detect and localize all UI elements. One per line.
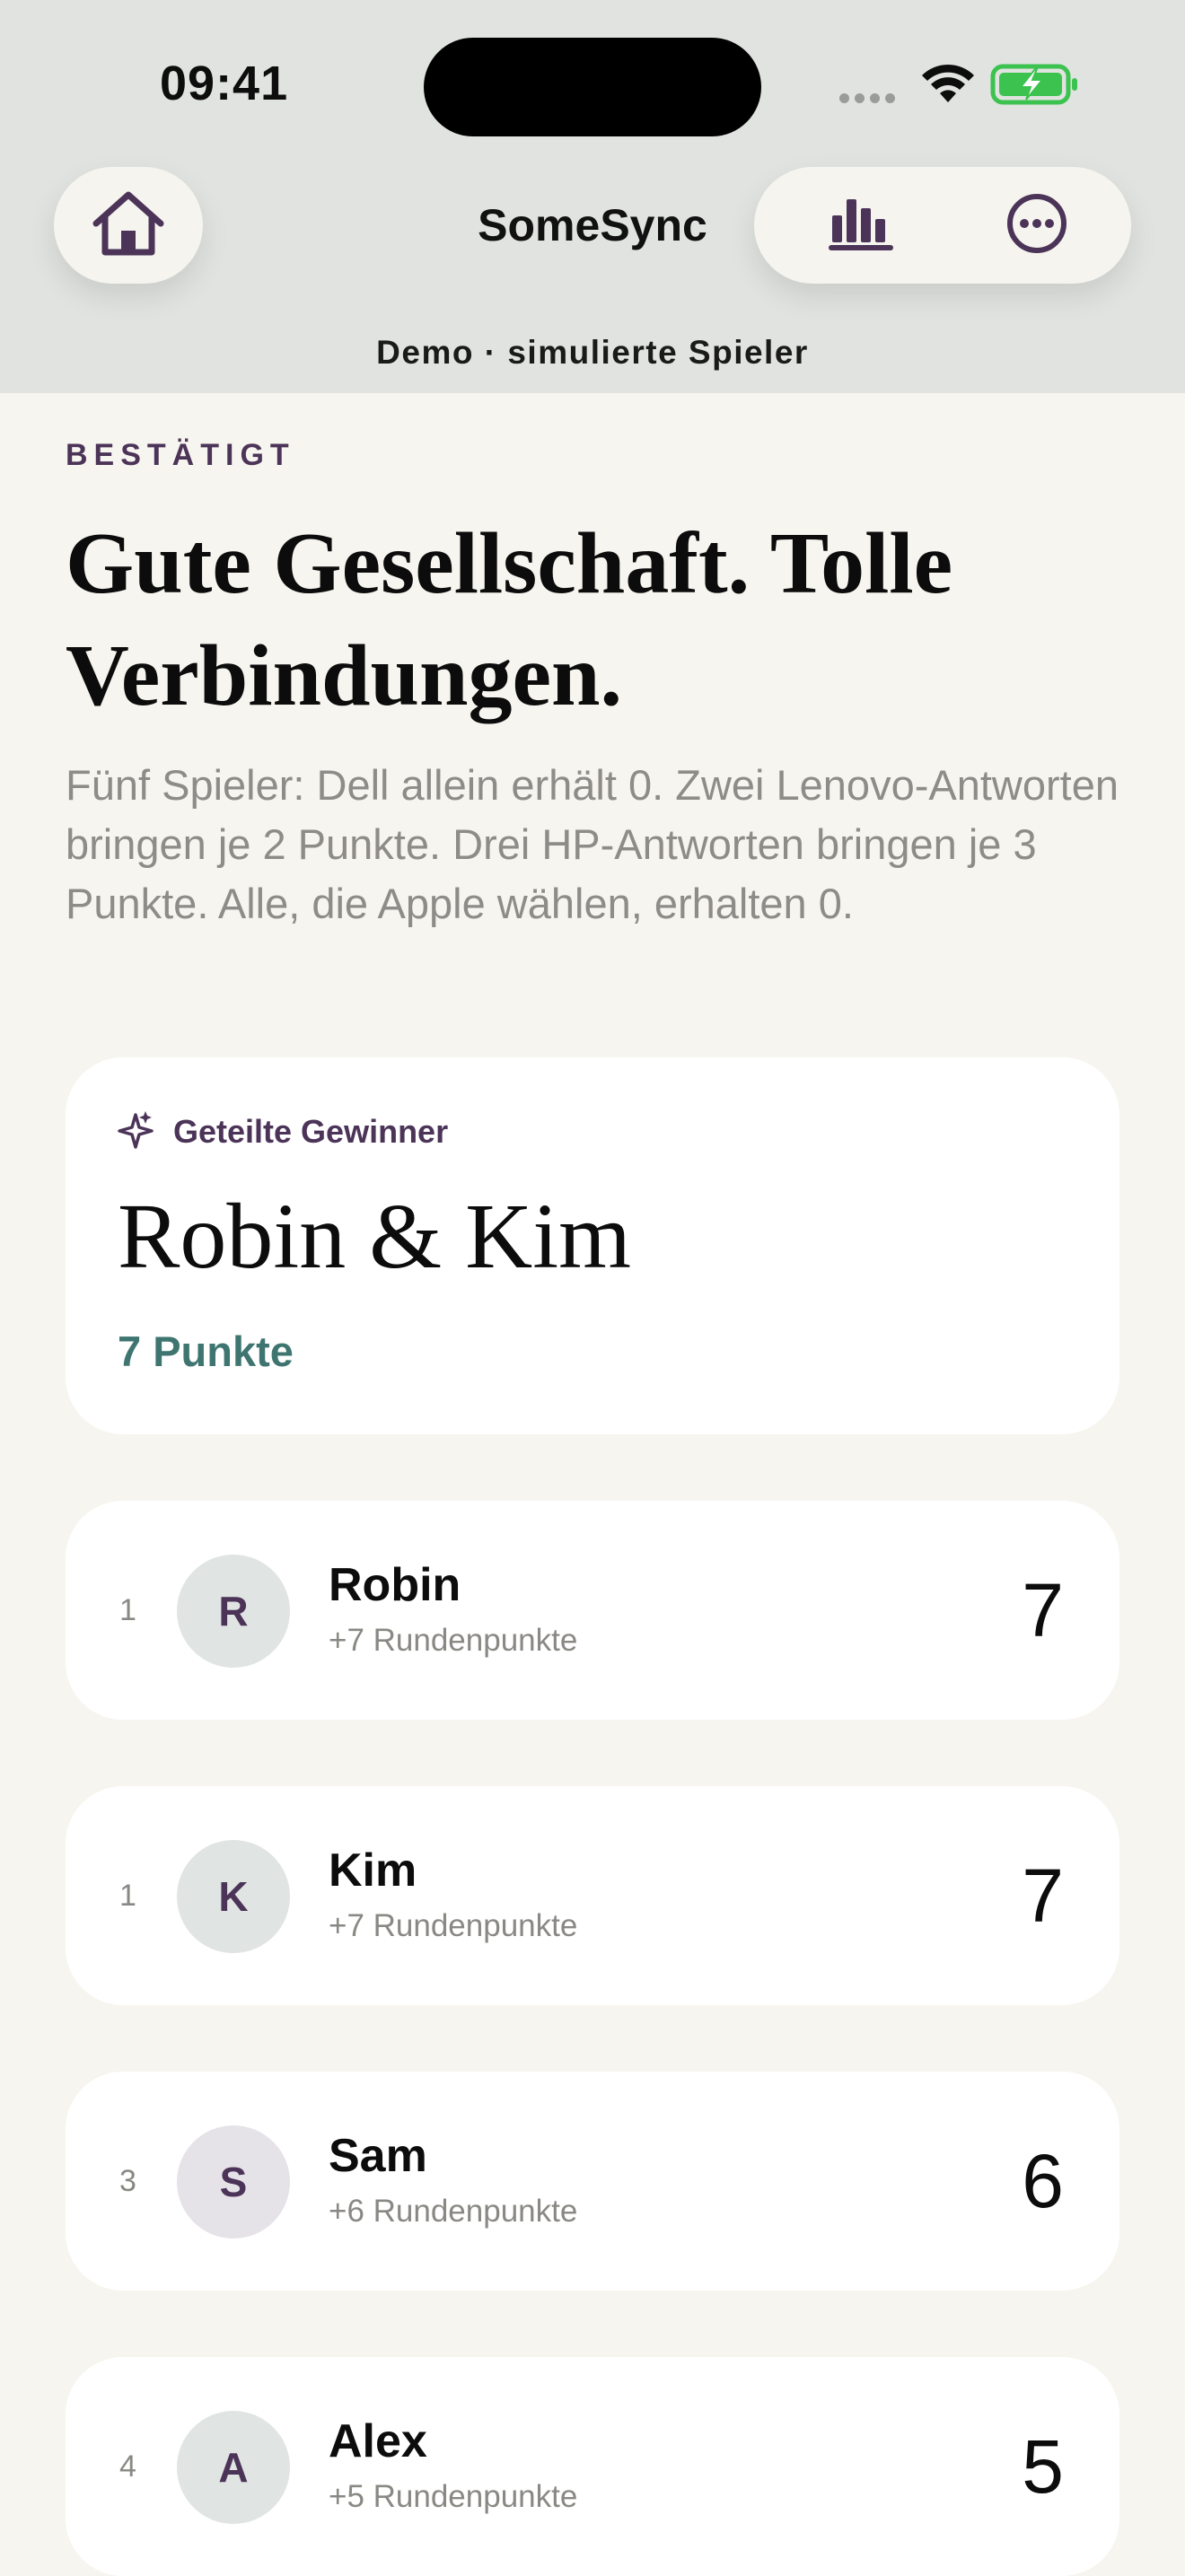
home-icon	[91, 189, 166, 262]
wifi-icon	[920, 63, 976, 109]
avatar: A	[177, 2411, 290, 2524]
header-actions	[754, 167, 1131, 284]
player-rank: 4	[119, 2449, 136, 2484]
bar-chart-icon	[829, 196, 895, 256]
status-eyebrow: BESTÄTIGT	[66, 438, 295, 472]
player-round-points: +6 Rundenpunkte	[329, 2194, 578, 2229]
player-row[interactable]: 1 K Kim +7 Rundenpunkte 7	[66, 1786, 1119, 2005]
player-round-points: +5 Rundenpunkte	[329, 2479, 578, 2514]
player-rank: 3	[119, 2164, 136, 2198]
winner-label: Geteilte Gewinner	[173, 1112, 449, 1150]
result-description: Fünf Spieler: Dell allein erhält 0. Zwei…	[66, 761, 1119, 927]
player-row[interactable]: 3 S Sam +6 Rundenpunkte 6	[66, 2072, 1119, 2291]
dynamic-island	[424, 38, 761, 136]
top-bar: 09:41 SomeSync Demo · simulierte Spieler	[0, 0, 1185, 393]
player-name: Alex	[329, 2415, 427, 2467]
home-button[interactable]	[54, 167, 203, 284]
player-row[interactable]: 4 A Alex +5 Rundenpunkte 5	[66, 2357, 1119, 2576]
player-name: Robin	[329, 1559, 461, 1611]
player-name: Kim	[329, 1844, 417, 1897]
stats-button[interactable]	[808, 194, 916, 257]
winner-points: 7 Punkte	[118, 1327, 294, 1375]
winner-card: Geteilte Gewinner Robin & Kim 7 Punkte	[66, 1057, 1119, 1434]
more-button[interactable]	[1005, 192, 1068, 259]
player-rank: 1	[119, 1879, 136, 1913]
avatar: K	[177, 1840, 290, 1953]
player-score: 5	[1022, 2424, 1064, 2509]
avatar: S	[177, 2125, 290, 2239]
player-score: 6	[1022, 2139, 1064, 2223]
result-headline: Gute Gesellschaft. Tolle Verbindungen.	[66, 515, 953, 724]
player-name: Sam	[329, 2130, 427, 2182]
player-rank: 1	[119, 1593, 136, 1627]
player-round-points: +7 Rundenpunkte	[329, 1908, 578, 1943]
player-score: 7	[1022, 1853, 1064, 1938]
player-score: 7	[1022, 1568, 1064, 1652]
ellipsis-circle-icon	[1005, 192, 1068, 259]
avatar: R	[177, 1555, 290, 1668]
winner-names: Robin & Kim	[118, 1185, 632, 1288]
sparkles-icon	[118, 1109, 154, 1153]
winner-label-row: Geteilte Gewinner	[118, 1109, 448, 1153]
status-time: 09:41	[160, 57, 289, 110]
battery-charging-icon	[990, 64, 1080, 110]
demo-mode-label: Demo · simulierte Spieler	[376, 334, 809, 371]
player-row[interactable]: 1 R Robin +7 Rundenpunkte 7	[66, 1501, 1119, 1720]
player-round-points: +7 Rundenpunkte	[329, 1623, 578, 1658]
app-title: SomeSync	[478, 200, 707, 250]
